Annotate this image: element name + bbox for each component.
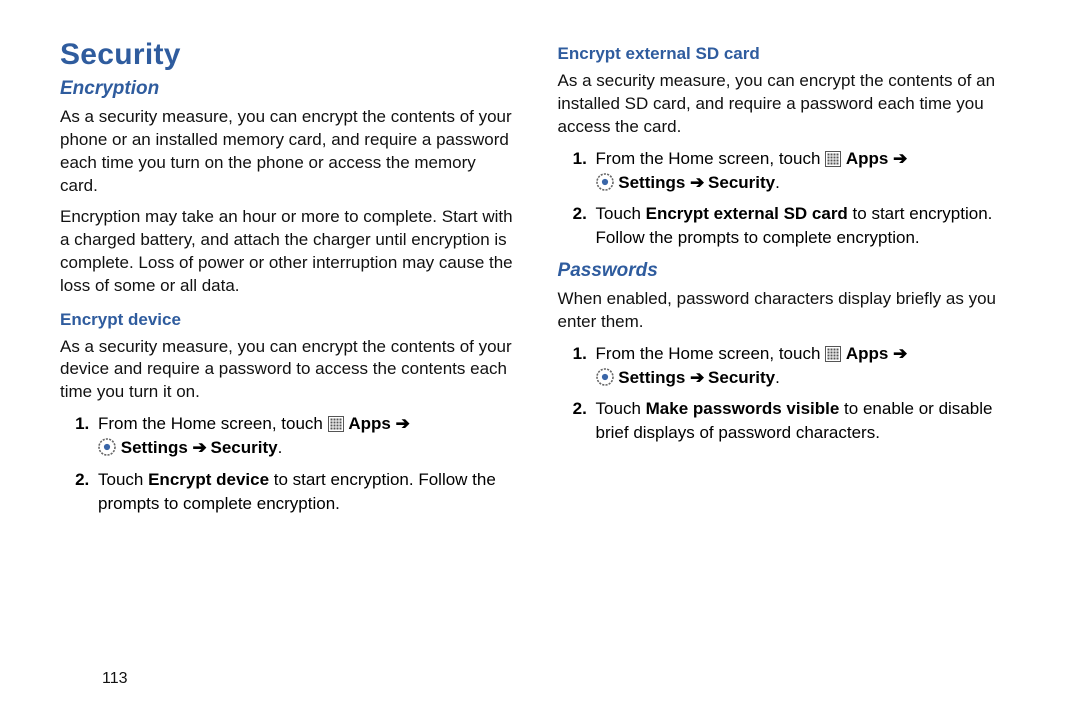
step-text: From the Home screen, touch (596, 344, 826, 363)
arrow-icon: ➔ (193, 438, 206, 457)
step: Touch Encrypt device to start encryption… (94, 468, 518, 516)
security-label: Security (708, 368, 775, 387)
left-column: Security Encryption As a security measur… (60, 38, 518, 524)
encrypt-sd-steps: From the Home screen, touch (566, 147, 1025, 250)
apps-label: Apps (846, 149, 889, 168)
settings-label: Settings (618, 173, 685, 192)
step-text: Touch (596, 204, 646, 223)
security-label: Security (211, 438, 278, 457)
section-encryption: Encryption (60, 78, 518, 100)
make-passwords-visible-bold: Make passwords visible (646, 399, 840, 418)
step: From the Home screen, touch (592, 342, 1025, 390)
settings-gear-icon (98, 438, 121, 457)
passwords-steps: From the Home screen, touch (566, 342, 1025, 445)
page-title: Security (60, 38, 518, 72)
encrypt-device-desc: As a security measure, you can encrypt t… (60, 336, 518, 405)
arrow-icon: ➔ (396, 414, 409, 433)
arrow-icon: ➔ (690, 368, 703, 387)
settings-label: Settings (618, 368, 685, 387)
section-passwords: Passwords (558, 260, 1025, 282)
step: Touch Encrypt external SD card to start … (592, 202, 1025, 250)
right-column: Encrypt external SD card As a security m… (558, 38, 1025, 524)
period: . (775, 368, 780, 387)
passwords-desc: When enabled, password characters displa… (558, 288, 1025, 334)
step-text: Touch (98, 470, 148, 489)
arrow-icon: ➔ (893, 344, 906, 363)
encrypt-sd-bold: Encrypt external SD card (646, 204, 848, 223)
step-text: From the Home screen, touch (596, 149, 826, 168)
settings-gear-icon (596, 173, 619, 192)
step: From the Home screen, touch (592, 147, 1025, 195)
encrypt-device-steps: From the Home screen, touch (68, 412, 518, 515)
encryption-intro: As a security measure, you can encrypt t… (60, 106, 518, 198)
settings-gear-icon (596, 368, 619, 387)
period: . (278, 438, 283, 457)
encrypt-device-bold: Encrypt device (148, 470, 269, 489)
heading-encrypt-device: Encrypt device (60, 310, 518, 330)
period: . (775, 173, 780, 192)
apps-grid-icon (825, 344, 846, 363)
step-text: Touch (596, 399, 646, 418)
apps-grid-icon (825, 149, 846, 168)
apps-label: Apps (846, 344, 889, 363)
arrow-icon: ➔ (893, 149, 906, 168)
encrypt-sd-desc: As a security measure, you can encrypt t… (558, 70, 1025, 139)
arrow-icon: ➔ (690, 173, 703, 192)
two-column-layout: Security Encryption As a security measur… (60, 38, 1025, 524)
manual-page: Security Encryption As a security measur… (0, 0, 1080, 720)
page-number: 113 (102, 670, 128, 688)
apps-grid-icon (328, 414, 349, 433)
step: From the Home screen, touch (94, 412, 518, 460)
step-text: From the Home screen, touch (98, 414, 328, 433)
security-label: Security (708, 173, 775, 192)
encryption-warning: Encryption may take an hour or more to c… (60, 206, 518, 298)
settings-label: Settings (121, 438, 188, 457)
apps-label: Apps (348, 414, 391, 433)
heading-encrypt-sd: Encrypt external SD card (558, 44, 1025, 64)
step: Touch Make passwords visible to enable o… (592, 397, 1025, 445)
